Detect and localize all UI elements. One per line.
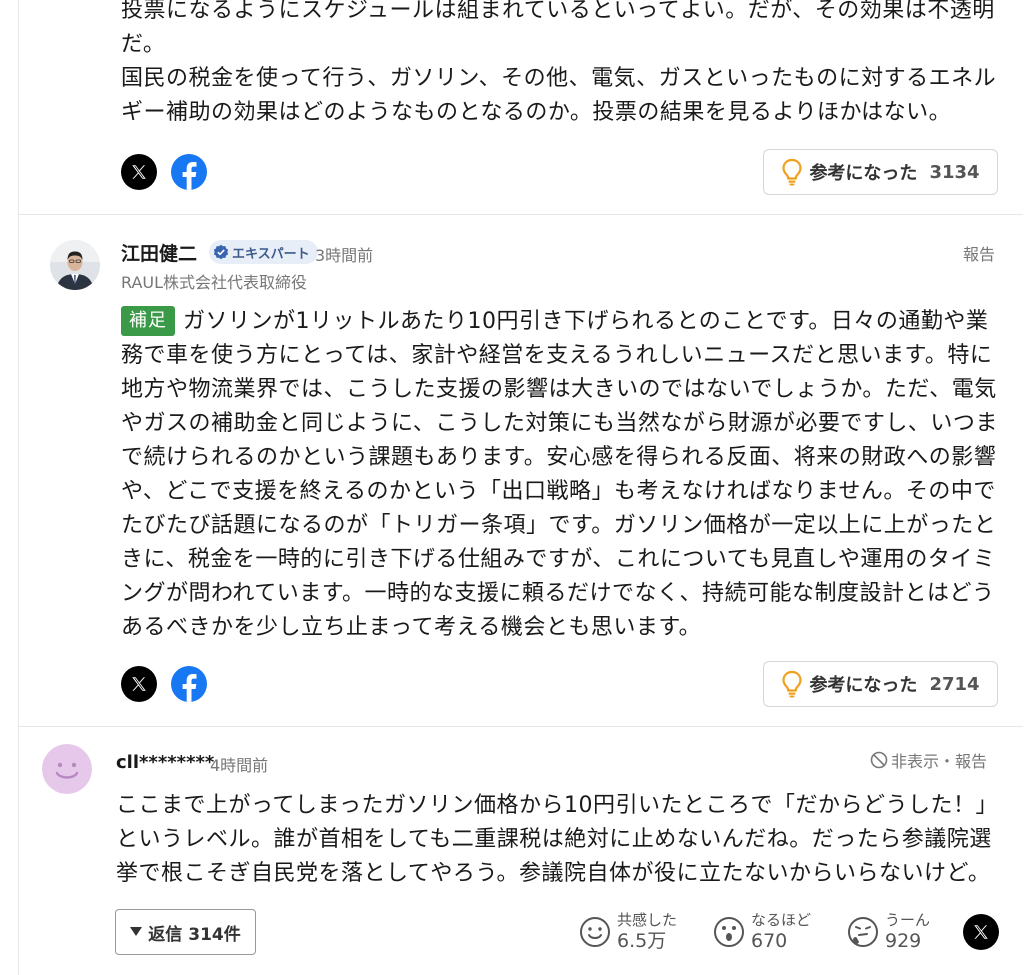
- replies-toggle-button[interactable]: 返信 314件: [115, 909, 256, 955]
- timestamp: 3時間前: [315, 246, 374, 265]
- surprised-face-icon: [714, 917, 744, 947]
- avatar: [42, 744, 92, 794]
- helpful-count: 3134: [929, 161, 980, 183]
- divider: [19, 726, 1023, 727]
- expert-badge: エキスパート: [209, 240, 318, 264]
- share-buttons: [121, 666, 207, 702]
- helpful-button[interactable]: 参考になった 2714: [763, 661, 998, 707]
- reaction-label: うーん: [885, 911, 931, 929]
- reply-label: 返信: [148, 924, 183, 945]
- lightbulb-icon: [782, 158, 803, 186]
- author-name[interactable]: cll********: [116, 752, 214, 773]
- reaction-count: 670: [751, 930, 788, 952]
- verified-check-icon: [213, 244, 229, 260]
- author-title: RAUL株式会社代表取締役: [121, 273, 308, 292]
- x-share-icon[interactable]: [121, 154, 157, 190]
- reaction-count: 6.5万: [617, 930, 667, 952]
- comment-text: ガソリンが1リットルあたり10円引き下げられるとのことです。日々の通勤や業務で車…: [121, 309, 998, 640]
- divider: [19, 214, 1023, 215]
- facebook-share-icon[interactable]: [171, 154, 207, 190]
- reaction-count: 929: [885, 930, 922, 952]
- helpful-count: 2714: [929, 673, 980, 695]
- report-link[interactable]: 報告: [963, 241, 995, 265]
- reaction-label: 共感した: [617, 911, 678, 929]
- supplement-tag: 補足: [121, 306, 175, 336]
- block-icon: [870, 751, 888, 769]
- badge-label: エキスパート: [232, 246, 310, 262]
- reaction-insightful[interactable]: なるほど 670: [713, 911, 811, 953]
- share-buttons: [121, 154, 207, 190]
- avatar[interactable]: [50, 240, 100, 290]
- facebook-share-icon[interactable]: [171, 666, 207, 702]
- helpful-label: 参考になった: [809, 675, 918, 696]
- timestamp: 4時間前: [210, 756, 269, 775]
- thinking-face-icon: [848, 917, 878, 947]
- hide-report-link[interactable]: 非表示・報告: [870, 748, 987, 772]
- comment-body: 投票になるようにスケジュールは組まれているといってよい。だが、その効果は不透明だ…: [121, 0, 997, 125]
- reaction-label: なるほど: [751, 911, 812, 929]
- comments-feed: 投票になるようにスケジュールは組まれているといってよい。だが、その効果は不透明だ…: [18, 0, 1023, 975]
- smile-face-icon: [580, 917, 610, 947]
- author-name[interactable]: 江田健二: [121, 239, 197, 266]
- reaction-hmm[interactable]: うーん 929: [847, 911, 930, 953]
- comment-body: ここまで上がってしまったガソリン価格から10円引いたところで「だからどうした！」…: [116, 793, 992, 886]
- x-share-icon[interactable]: [121, 666, 157, 702]
- helpful-label: 参考になった: [809, 163, 918, 184]
- comment-body: 補足 ガソリンが1リットルあたり10円引き下げられるとのことです。日々の通勤や業務…: [121, 305, 1001, 645]
- triangle-down-icon: [130, 927, 143, 936]
- x-share-icon[interactable]: [963, 914, 999, 950]
- helpful-button[interactable]: 参考になった 3134: [763, 149, 998, 195]
- lightbulb-icon: [782, 670, 803, 698]
- hide-report-label: 非表示・報告: [891, 752, 988, 771]
- reply-count: 314件: [188, 924, 241, 945]
- reaction-empathy[interactable]: 共感した 6.5万: [579, 911, 677, 953]
